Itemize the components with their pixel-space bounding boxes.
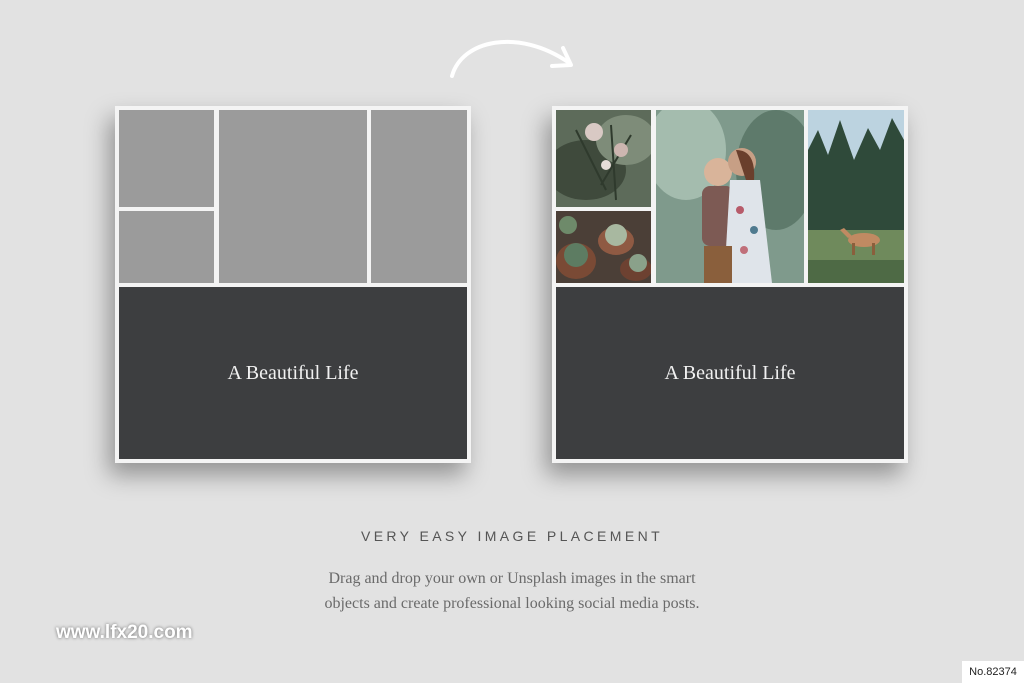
description-line-1: Drag and drop your own or Unsplash image… [328,570,696,587]
card-title: A Beautiful Life [664,361,796,384]
title-block: A Beautiful Life [119,287,467,459]
section-heading: VERY EASY IMAGE PLACEMENT [360,528,664,544]
watermark-url: www.lfx20.com [56,622,193,643]
photo-children[interactable] [656,110,804,283]
photo-succulents[interactable] [556,211,651,283]
title-block: A Beautiful Life [556,287,904,459]
item-number-stamp: No.82374 [962,661,1024,683]
card-title: A Beautiful Life [227,361,359,384]
placeholder-cell-bottom-left[interactable] [119,211,214,283]
placeholder-cell-top-left[interactable] [119,110,214,207]
photo-horse-forest[interactable] [808,110,904,283]
curved-arrow-icon [450,39,573,78]
description-line-2: objects and create professional looking … [324,595,700,612]
placeholder-cell-right[interactable] [371,110,467,283]
placeholder-cell-center[interactable] [219,110,367,283]
template-placeholder-card: A Beautiful Life [115,106,471,463]
template-filled-card: A Beautiful Life [552,106,908,463]
photo-flowers[interactable] [556,110,651,207]
section-description: Drag and drop your own or Unsplash image… [0,566,1024,616]
